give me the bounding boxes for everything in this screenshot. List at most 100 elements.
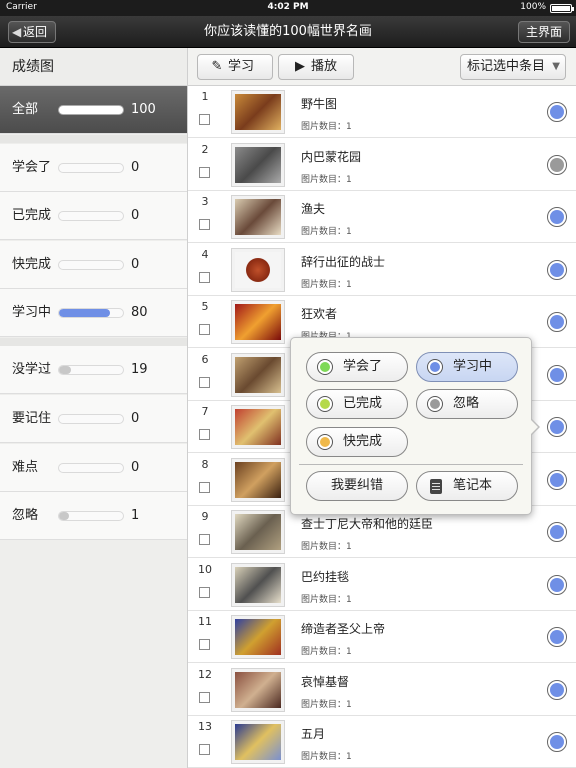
battery-percent: 100% [520, 2, 546, 12]
sidebar-divider [0, 135, 187, 143]
status-indicator-icon[interactable] [547, 417, 567, 437]
sidebar-divider [0, 338, 187, 346]
item-checkbox[interactable] [199, 639, 210, 650]
status-bar: Carrier 4:02 PM 100% [0, 0, 576, 16]
status-circle-icon [317, 359, 333, 375]
item-checkbox[interactable] [199, 324, 210, 335]
home-button[interactable]: 主界面 [518, 21, 570, 43]
list-item[interactable]: 10 巴约挂毯 图片数目：1 [188, 558, 576, 611]
status-indicator-icon[interactable] [547, 207, 567, 227]
item-title: 哀悼基督 [301, 674, 350, 689]
status-indicator-icon[interactable] [547, 364, 567, 385]
painting-thumbnail [231, 90, 285, 134]
sidebar-category[interactable]: 全部 100 [0, 86, 187, 134]
item-checkbox[interactable] [199, 166, 210, 178]
status-indicator-icon[interactable] [547, 679, 567, 700]
status-indicator-icon[interactable] [547, 102, 567, 122]
status-indicator-icon[interactable] [547, 312, 567, 332]
item-title: 狂欢者 [301, 307, 338, 321]
status-circle-icon [427, 396, 443, 412]
item-image-count: 图片数目：1 [301, 699, 352, 710]
list-item[interactable]: 3 渔夫 图片数目：1 [188, 191, 576, 243]
mark-learning-button[interactable]: 学习中 [416, 352, 518, 382]
list-item[interactable]: 2 内巴蒙花园 图片数目：1 [188, 138, 576, 191]
report-error-label: 我要纠错 [330, 478, 383, 493]
status-indicator-icon[interactable] [547, 469, 567, 490]
status-circle-icon [317, 434, 333, 450]
item-image-count: 图片数目：1 [301, 594, 352, 605]
mark-selected-dropdown[interactable]: 标记选中条目 ▼ [460, 54, 566, 80]
item-checkbox[interactable] [199, 271, 210, 283]
popover-divider [299, 464, 523, 465]
painting-thumbnail [231, 615, 285, 659]
sidebar-category[interactable]: 快完成 0 [0, 241, 187, 289]
item-checkbox[interactable] [199, 744, 210, 755]
list-item[interactable]: 12 哀悼基督图片数目：1 [188, 663, 576, 716]
toolbar: ✎ 学习 ▶ 播放 标记选中条目 ▼ [188, 48, 576, 86]
item-title: 缔造者圣父上帝 [301, 622, 386, 636]
status-circle-icon [317, 396, 333, 412]
sidebar-category[interactable]: 学习中 80 [0, 289, 187, 337]
mark-finished-button[interactable]: 已完成 [306, 389, 408, 419]
sidebar-category[interactable]: 学会了 0 [0, 144, 187, 192]
progress-fill [59, 366, 72, 374]
status-indicator-icon[interactable] [547, 732, 567, 752]
category-progress-bar [58, 163, 124, 173]
item-checkbox[interactable] [199, 429, 210, 440]
item-number: 12 [198, 667, 212, 681]
list-item[interactable]: 1 野牛图 图片数目：1 [188, 86, 576, 138]
sidebar-category[interactable]: 没学过 19 [0, 346, 187, 394]
notebook-button[interactable]: 笔记本 [416, 471, 518, 501]
mark-almost-button[interactable]: 快完成 [306, 427, 408, 457]
category-count: 80 [131, 305, 148, 320]
item-title: 查士丁尼大帝和他的廷臣 [301, 517, 434, 531]
study-button[interactable]: ✎ 学习 [197, 54, 273, 80]
item-number: 11 [198, 615, 212, 628]
report-error-button[interactable]: 我要纠错 [306, 471, 408, 501]
study-button-label: 学习 [228, 59, 255, 74]
list-item[interactable]: 4 辞行出征的战士图片数目：1 [188, 243, 576, 296]
item-checkbox[interactable] [199, 586, 210, 598]
sidebar-category[interactable]: 已完成 0 [0, 192, 187, 240]
sidebar-category[interactable]: 忽略 1 [0, 492, 187, 540]
category-progress-bar [58, 260, 124, 270]
mark-ignore-button[interactable]: 忽略 [416, 389, 518, 419]
sidebar-category[interactable]: 难点 0 [0, 444, 187, 492]
sidebar-category[interactable]: 要记住 0 [0, 395, 187, 443]
list-item[interactable]: 13 五月 图片数目：1 [188, 716, 576, 768]
item-title: 辞行出征的战士 [301, 254, 386, 269]
item-checkbox[interactable] [199, 114, 210, 125]
status-indicator-icon[interactable] [547, 154, 567, 175]
progress-fill [59, 512, 69, 520]
item-checkbox[interactable] [199, 481, 210, 493]
item-checkbox[interactable] [199, 691, 210, 703]
item-number: 7 [201, 405, 209, 418]
item-image-count: 图片数目：1 [301, 279, 352, 290]
category-label: 快完成 [12, 257, 52, 272]
status-circle-icon [427, 359, 443, 375]
status-indicator-icon[interactable] [547, 627, 567, 647]
play-button[interactable]: ▶ 播放 [278, 54, 354, 80]
list-item[interactable]: 11 缔造者圣父上帝 图片数目：1 [188, 611, 576, 663]
category-label: 忽略 [12, 508, 39, 523]
item-number: 9 [201, 510, 209, 523]
item-checkbox[interactable] [199, 534, 210, 545]
category-label: 学会了 [12, 160, 52, 175]
item-number: 2 [201, 142, 209, 156]
mark-learned-button[interactable]: 学会了 [306, 352, 408, 382]
chevron-down-icon: ▼ [552, 61, 560, 72]
category-progress-bar [58, 463, 124, 473]
painting-thumbnail [231, 142, 285, 187]
progress-fill [59, 309, 111, 317]
pencil-icon: ✎ [211, 59, 223, 74]
category-count: 0 [131, 208, 140, 223]
status-indicator-icon[interactable] [547, 574, 567, 595]
item-number: 13 [198, 720, 212, 733]
item-checkbox[interactable] [199, 376, 210, 388]
status-indicator-icon[interactable] [547, 259, 567, 280]
item-image-count: 图片数目：1 [301, 542, 352, 552]
status-indicator-icon[interactable] [547, 522, 567, 542]
item-number: 4 [201, 247, 209, 261]
sidebar: 成绩图 全部 100 学会了 0 已完成 0 快完成 0 学习中 80 没学过 19 要记住 0 难点 0 忽略… [0, 48, 188, 768]
item-checkbox[interactable] [199, 219, 210, 230]
